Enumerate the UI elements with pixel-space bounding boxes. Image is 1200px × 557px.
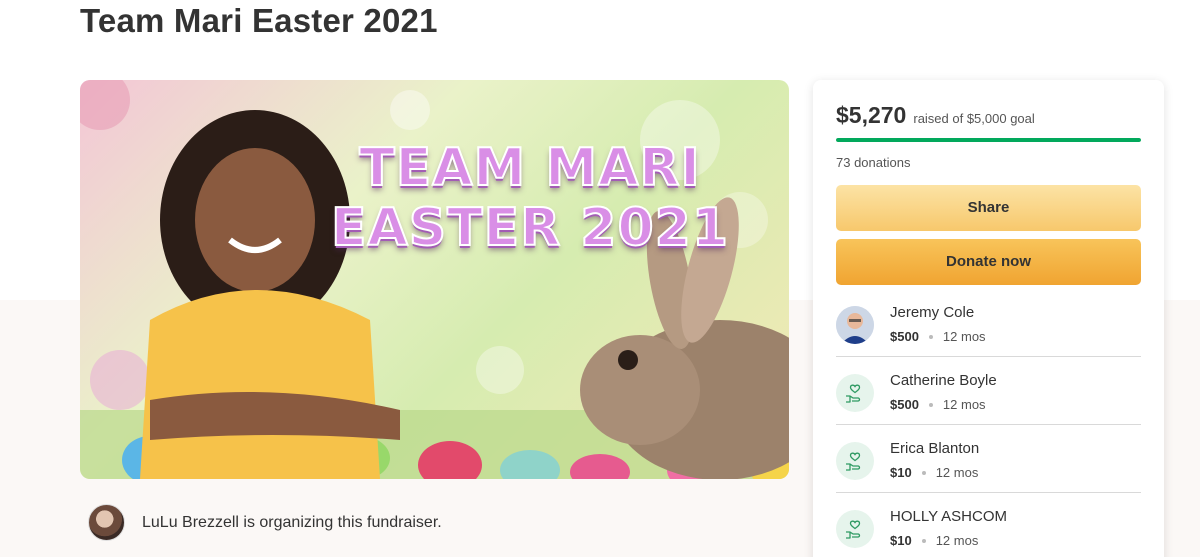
organizer-avatar[interactable] [88,504,125,541]
goal-label: raised of $5,000 goal [913,111,1035,126]
donor-amount: $500 [890,397,919,412]
separator-dot [928,334,933,339]
donor-time: 12 mos [942,397,986,412]
progress-fill [836,138,1141,142]
divider [836,492,1141,493]
donor-meta: $10 12 mos [890,533,978,548]
heart-hand-icon [836,442,874,480]
donor-name: Erica Blanton [890,440,980,457]
donor-name: Catherine Boyle [890,372,997,389]
donor-meta: $500 12 mos [890,397,986,412]
donor-photo-avatar [836,306,874,344]
page-title: Team Mari Easter 2021 [80,2,438,39]
separator-dot [921,538,926,543]
donor-meta: $500 12 mos [890,329,986,344]
heart-hand-icon [836,510,874,548]
share-button[interactable]: Share [836,185,1141,231]
donations-count[interactable]: 73 donations [836,155,910,170]
donation-card: $5,270 raised of $5,000 goal 73 donation… [813,80,1164,557]
donor-name: HOLLY ASHCOM [890,508,1007,525]
hero-title-line2: EASTER 2021 [330,197,730,259]
donate-now-button[interactable]: Donate now [836,239,1141,285]
donor-time: 12 mos [942,329,986,344]
donor-time: 12 mos [935,465,979,480]
organizer-row: LuLu Brezzell is organizing this fundrai… [88,504,442,541]
donor-amount: $10 [890,465,912,480]
divider [836,356,1141,357]
donor-time: 12 mos [935,533,979,548]
hero-image: TEAM MARI EASTER 2021 [80,80,789,479]
donor-name: Jeremy Cole [890,304,975,321]
progress-bar [836,138,1141,142]
separator-dot [921,470,926,475]
organizer-text: LuLu Brezzell is organizing this fundrai… [142,513,442,531]
raised-amount: $5,270 [836,102,907,128]
hero-title-line1: TEAM MARI [358,137,701,199]
donor-meta: $10 12 mos [890,465,978,480]
donor-amount: $500 [890,329,919,344]
heart-hand-icon [836,374,874,412]
donor-item: Catherine Boyle $500 12 mos [836,370,1141,438]
fundraiser-page: Team Mari Easter 2021 TEAM MARI EASTER 2… [0,0,1200,557]
donor-item: Jeremy Cole $500 12 mos [836,302,1141,370]
donor-amount: $10 [890,533,912,548]
divider [836,424,1141,425]
donor-item: Erica Blanton $10 12 mos [836,438,1141,506]
raised-summary: $5,270 raised of $5,000 goal [836,102,1035,129]
separator-dot [928,402,933,407]
donor-item: HOLLY ASHCOM $10 12 mos [836,506,1141,557]
